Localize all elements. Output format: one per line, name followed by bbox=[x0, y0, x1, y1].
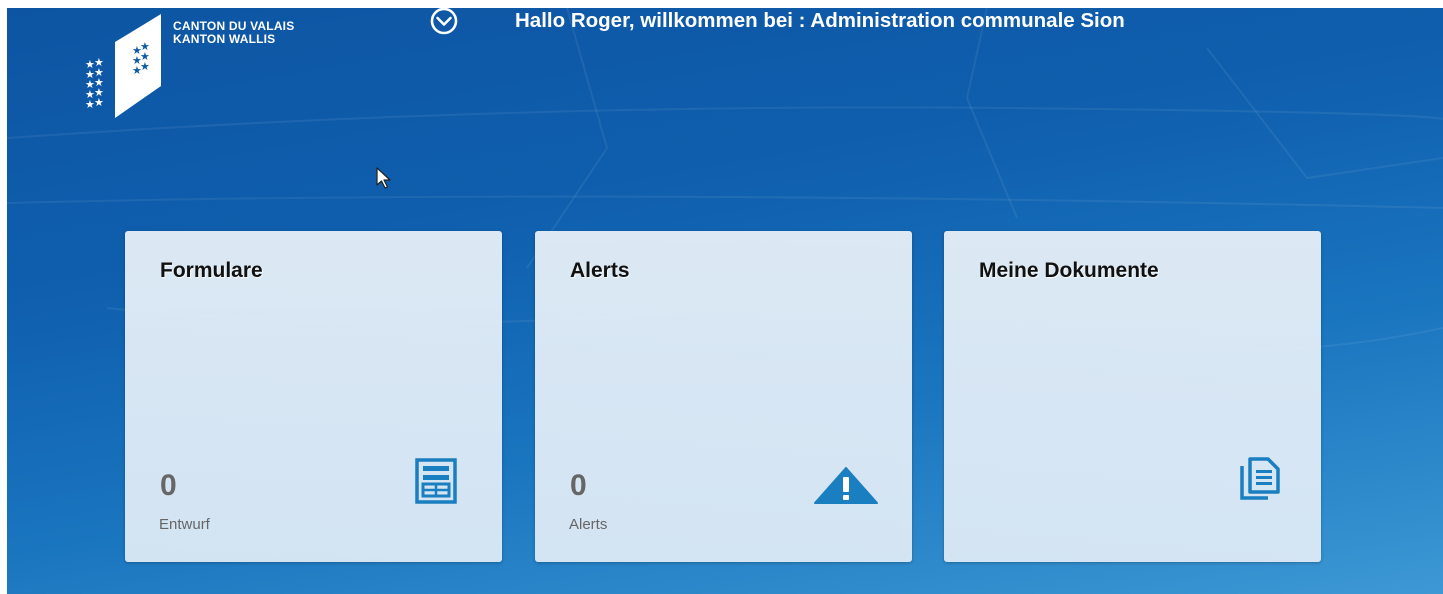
tile-alerts[interactable]: Alerts 0 Alerts bbox=[535, 231, 912, 562]
logo-text-line2: KANTON WALLIS bbox=[173, 32, 276, 46]
svg-text:★: ★ bbox=[121, 68, 131, 81]
warning-icon bbox=[814, 467, 878, 504]
tile-count: 0 bbox=[160, 469, 177, 502]
launchpad-screen: ★ ★ ★ ★ ★ ★ ★ ★ ★ ★ ★ ★ ★ ★ ★ ★ ★ ★ ★ ★ … bbox=[7, 8, 1443, 594]
tile-count: 0 bbox=[570, 469, 587, 502]
tile-subtitle: Entwurf bbox=[159, 516, 210, 533]
chevron-down-circle-icon[interactable] bbox=[427, 8, 461, 37]
svg-text:★: ★ bbox=[140, 60, 150, 73]
tile-subtitle: Alerts bbox=[569, 516, 608, 533]
mouse-cursor-icon bbox=[376, 167, 391, 189]
tile-formulare[interactable]: Formulare 0 Entwurf bbox=[125, 231, 502, 562]
svg-text:★: ★ bbox=[94, 96, 104, 109]
welcome-message: Hallo Roger, willkommen bei : Administra… bbox=[515, 9, 1125, 32]
tile-title: Formulare bbox=[160, 259, 263, 282]
logo-text-line1: CANTON DU VALAIS bbox=[173, 19, 295, 33]
tile-title: Alerts bbox=[570, 259, 630, 282]
valais-coat-of-arms-icon: ★ ★ ★ ★ ★ ★ ★ ★ ★ ★ ★ ★ ★ ★ ★ ★ ★ ★ ★ ★ … bbox=[85, 14, 161, 118]
tile-meine-dokumente[interactable]: Meine Dokumente bbox=[944, 231, 1321, 562]
documents-icon bbox=[1240, 457, 1280, 500]
tile-title: Meine Dokumente bbox=[979, 259, 1159, 282]
form-icon bbox=[415, 458, 457, 504]
